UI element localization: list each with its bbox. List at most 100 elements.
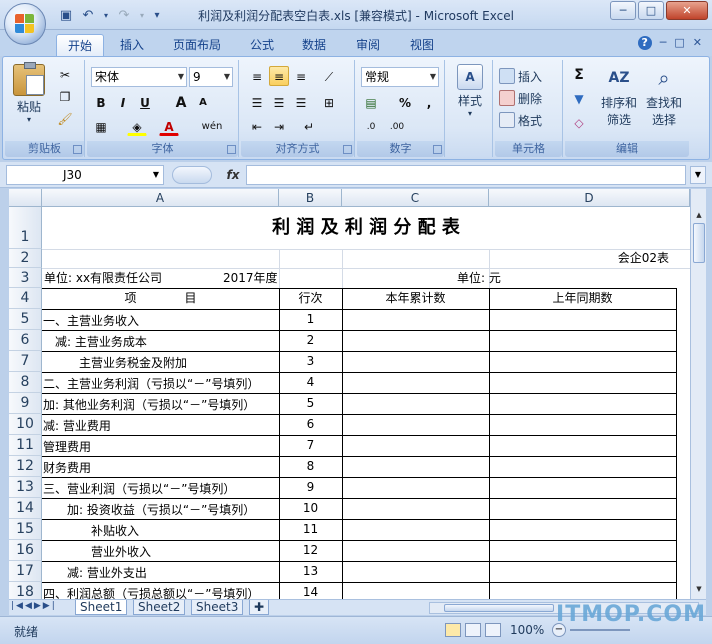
decrease-indent-icon[interactable]: ⇤ (247, 116, 267, 136)
select-all-corner[interactable] (9, 189, 42, 207)
autosum-button[interactable]: Σ (569, 64, 589, 84)
row-header-11[interactable]: 11 (9, 435, 42, 456)
tab-insert[interactable]: 插入 (112, 34, 152, 56)
scroll-down-icon[interactable]: ▼ (693, 583, 705, 595)
ribbon-minimize-button[interactable]: ─ (660, 36, 667, 50)
phonetic-button[interactable]: wén (199, 116, 225, 136)
align-center-icon[interactable]: ☰ (269, 92, 289, 112)
minimize-button[interactable]: ─ (610, 1, 636, 20)
zoom-slider[interactable] (570, 629, 630, 631)
row-header-15[interactable]: 15 (9, 519, 42, 540)
tab-data[interactable]: 数据 (296, 34, 332, 56)
tab-home[interactable]: 开始 (56, 34, 104, 56)
row-header-17[interactable]: 17 (9, 561, 42, 582)
ribbon-restore-button[interactable]: □ (674, 36, 684, 50)
grow-font-button[interactable]: A (171, 92, 191, 112)
font-color-button[interactable]: A (159, 116, 179, 136)
fill-color-button[interactable]: ◈ (127, 116, 147, 136)
cut-icon[interactable]: ✂ (55, 64, 75, 84)
tab-page-layout[interactable]: 页面布局 (166, 34, 228, 56)
maximize-button[interactable]: □ (638, 1, 664, 20)
row-header-4[interactable]: 4 (9, 288, 42, 309)
zoom-level[interactable]: 100% (510, 623, 544, 637)
insert-sheet-icon[interactable]: ✚ (249, 600, 269, 615)
row-header-16[interactable]: 16 (9, 540, 42, 561)
sheet-tab-3[interactable]: Sheet3 (191, 600, 244, 615)
office-button[interactable] (4, 3, 46, 45)
sort-filter-button[interactable]: AZ 排序和 筛选 (599, 64, 639, 128)
vertical-scroll-thumb[interactable] (693, 223, 705, 263)
row-header-14[interactable]: 14 (9, 498, 42, 519)
font-launcher-icon[interactable] (227, 145, 236, 154)
align-right-icon[interactable]: ☰ (291, 92, 311, 112)
sheet-tab-2[interactable]: Sheet2 (133, 600, 186, 615)
comma-button[interactable]: , (419, 92, 439, 112)
wrap-text-icon[interactable]: ↵ (299, 116, 319, 136)
worksheet-grid[interactable]: A B C D 1 2 3 4 5 6 7 8 9 10 11 12 13 14… (9, 189, 690, 599)
orientation-icon[interactable]: ⟋ (319, 66, 339, 86)
tab-view[interactable]: 视图 (404, 34, 440, 56)
row-header-12[interactable]: 12 (9, 456, 42, 477)
paste-button[interactable]: 粘贴 ▾ (11, 62, 47, 124)
number-launcher-icon[interactable] (433, 145, 442, 154)
row-header-8[interactable]: 8 (9, 372, 42, 393)
font-name-combo[interactable]: 宋体 ▼ (91, 67, 187, 87)
align-bottom-icon[interactable]: ≡ (291, 66, 311, 86)
row-header-18[interactable]: 18 (9, 582, 42, 599)
ribbon-close-button[interactable]: ✕ (693, 36, 702, 50)
row-header-2[interactable]: 2 (9, 249, 42, 268)
bold-button[interactable]: B (91, 92, 111, 112)
fill-icon[interactable]: ▼ (569, 88, 589, 108)
horizontal-scroll-thumb[interactable] (444, 604, 554, 612)
delete-cells-button[interactable]: 删除 (499, 88, 542, 108)
percent-button[interactable]: % (395, 92, 415, 112)
scroll-up-icon[interactable]: ▲ (693, 209, 705, 221)
clipboard-launcher-icon[interactable] (73, 145, 82, 154)
vertical-scrollbar[interactable]: ▲ ▼ (690, 189, 706, 599)
formula-cancel-icon[interactable] (172, 166, 212, 184)
tab-review[interactable]: 审阅 (350, 34, 386, 56)
row-header-6[interactable]: 6 (9, 330, 42, 351)
close-button[interactable]: ✕ (666, 1, 708, 20)
formula-input[interactable] (246, 165, 686, 185)
decrease-decimal-icon[interactable]: .00 (387, 116, 407, 136)
insert-function-button[interactable]: fx (222, 165, 244, 185)
column-header-d[interactable]: D (489, 189, 690, 207)
merge-center-icon[interactable]: ⊞ (319, 92, 339, 112)
increase-decimal-icon[interactable]: .0 (361, 116, 381, 136)
page-layout-view-icon[interactable] (465, 623, 481, 637)
alignment-launcher-icon[interactable] (343, 145, 352, 154)
font-size-combo[interactable]: 9 ▼ (189, 67, 233, 87)
sheet-nav-icons[interactable]: |◀◀▶▶| (11, 601, 57, 611)
column-header-a[interactable]: A (42, 189, 279, 207)
sheet-tab-1[interactable]: Sheet1 (75, 600, 128, 615)
column-header-c[interactable]: C (342, 189, 489, 207)
italic-button[interactable]: I (113, 92, 133, 112)
row-header-7[interactable]: 7 (9, 351, 42, 372)
align-top-icon[interactable]: ≡ (247, 66, 267, 86)
name-box[interactable]: J30 ▼ (6, 165, 164, 185)
tab-formulas[interactable]: 公式 (244, 34, 280, 56)
find-select-button[interactable]: ⌕ 查找和 选择 (643, 64, 685, 128)
row-header-5[interactable]: 5 (9, 309, 42, 330)
column-header-b[interactable]: B (279, 189, 342, 207)
row-header-1[interactable]: 1 (9, 207, 42, 249)
number-format-combo[interactable]: 常规 ▼ (361, 67, 439, 87)
increase-indent-icon[interactable]: ⇥ (269, 116, 289, 136)
row-header-10[interactable]: 10 (9, 414, 42, 435)
normal-view-icon[interactable] (445, 623, 461, 637)
help-icon[interactable]: ? (637, 36, 652, 50)
styles-button[interactable]: A 样式 ▾ (451, 64, 489, 118)
align-middle-icon[interactable]: ≡ (269, 66, 289, 86)
row-header-3[interactable]: 3 (9, 268, 42, 288)
underline-button[interactable]: U (135, 92, 155, 112)
borders-button[interactable]: ▦ (91, 116, 111, 136)
format-painter-icon[interactable]: 🖌 (55, 108, 75, 128)
format-cells-button[interactable]: 格式 (499, 110, 542, 130)
page-break-view-icon[interactable] (485, 623, 501, 637)
row-header-9[interactable]: 9 (9, 393, 42, 414)
align-left-icon[interactable]: ☰ (247, 92, 267, 112)
accounting-format-icon[interactable]: ▤ (361, 92, 381, 112)
clear-icon[interactable]: ◇ (569, 112, 589, 132)
shrink-font-button[interactable]: A (193, 92, 213, 112)
